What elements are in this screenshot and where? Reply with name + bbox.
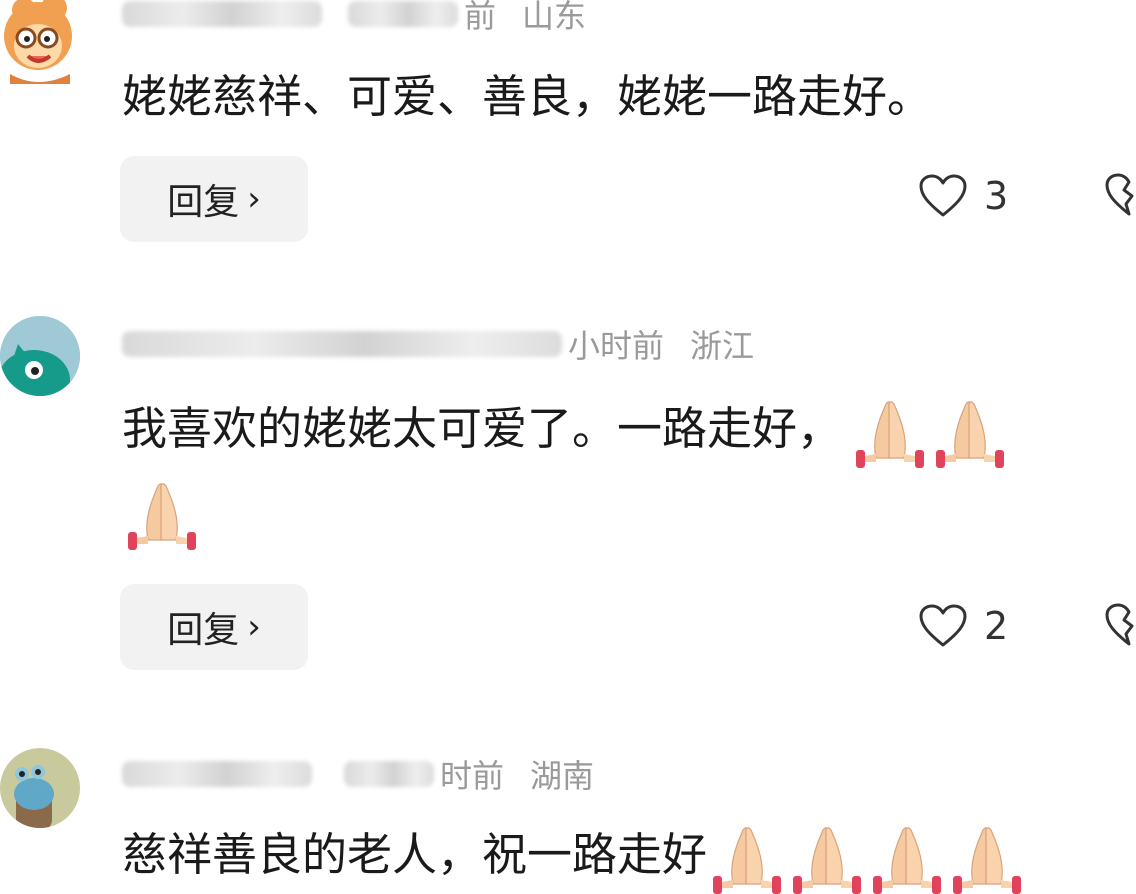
broken-heart-icon xyxy=(1104,602,1136,648)
comment-text-line: 慈祥善良的老人，祝一路走好 xyxy=(122,828,708,881)
comment-meta: 时前 湖南 xyxy=(122,750,594,798)
like-button[interactable]: 2 xyxy=(918,596,1008,656)
comment-item: 前 山东 姥姥慈祥、可爱、善良，姥姥一路走好。 回复 › 3 xyxy=(0,0,1136,260)
comment-item: 小时前 浙江 我喜欢的姥姥太可爱了。一路走好， 回复 › 2 xyxy=(0,312,1136,692)
folded-hands-emoji xyxy=(122,478,202,550)
comment-text: 我喜欢的姥姥太可爱了。一路走好， xyxy=(122,396,1010,468)
dislike-button[interactable] xyxy=(1104,172,1136,222)
comment-time: 小时前 xyxy=(568,327,665,365)
folded-hands-emoji xyxy=(850,396,930,468)
comment-meta: 前 山东 xyxy=(122,0,586,38)
comment-text-line: 我喜欢的姥姥太可爱了。一路走好， xyxy=(122,402,843,455)
comment-meta: 小时前 浙江 xyxy=(122,320,754,368)
chevron-right-icon: › xyxy=(247,607,261,647)
blurred-username xyxy=(122,1,322,27)
comment-time: 时前 xyxy=(440,757,505,795)
comment-text-line: 姥姥慈祥、可爱、善良，姥姥一路走好。 xyxy=(122,70,933,123)
comment-text: 慈祥善良的老人，祝一路走好 xyxy=(122,822,1027,894)
like-count: 2 xyxy=(984,604,1009,648)
blurred-username xyxy=(122,331,562,357)
comment-region: 浙江 xyxy=(690,327,755,365)
comment-region: 湖南 xyxy=(530,757,595,795)
comment-text: 姥姥慈祥、可爱、善良，姥姥一路走好。 xyxy=(122,66,932,128)
heart-outline-icon xyxy=(918,603,968,649)
heart-outline-icon xyxy=(918,173,968,219)
avatar[interactable] xyxy=(0,748,80,828)
reply-label: 回复 xyxy=(167,182,240,223)
blurred-username xyxy=(122,761,312,787)
folded-hands-emoji xyxy=(867,822,947,894)
comment-item: 时前 湖南 慈祥善良的老人，祝一路走好 xyxy=(0,740,1136,891)
cartoon-avatar-icon xyxy=(0,316,80,396)
folded-hands-emoji xyxy=(787,822,867,894)
chevron-right-icon: › xyxy=(247,179,261,219)
blurred-time-prefix xyxy=(348,1,458,27)
like-button[interactable]: 3 xyxy=(918,166,1008,226)
broken-heart-icon xyxy=(1104,172,1136,218)
avatar[interactable] xyxy=(0,0,80,84)
reply-label: 回复 xyxy=(167,610,240,651)
comment-time: 前 xyxy=(464,0,497,35)
cartoon-avatar-icon xyxy=(0,748,80,828)
cartoon-avatar-icon xyxy=(4,0,72,84)
reply-button[interactable]: 回复 › xyxy=(120,156,308,242)
comment-text-emoji-line xyxy=(122,478,202,550)
blurred-time-prefix xyxy=(344,761,434,787)
avatar[interactable] xyxy=(0,316,80,396)
reply-button[interactable]: 回复 › xyxy=(120,584,308,670)
dislike-button[interactable] xyxy=(1104,602,1136,652)
folded-hands-emoji xyxy=(947,822,1027,894)
folded-hands-emoji xyxy=(930,396,1010,468)
comment-region: 山东 xyxy=(522,0,587,35)
folded-hands-emoji xyxy=(707,822,787,894)
like-count: 3 xyxy=(984,174,1009,218)
